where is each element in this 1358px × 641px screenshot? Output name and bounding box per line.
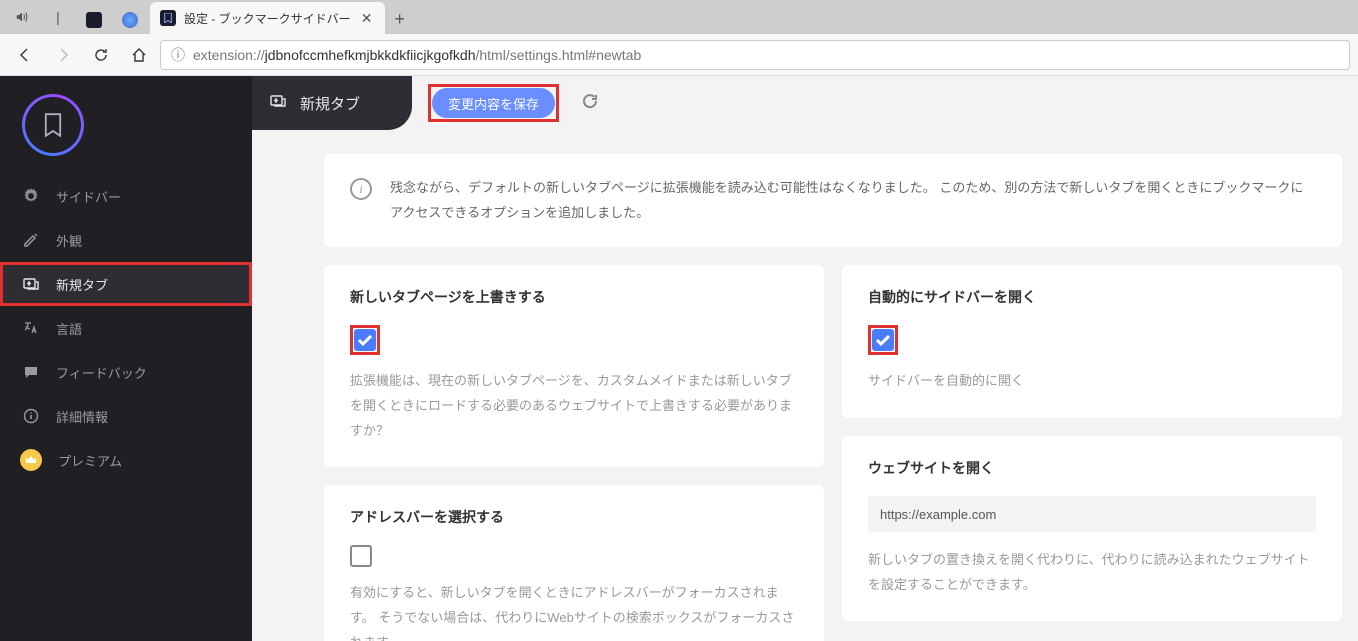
app-sidebar: サイドバー 外観 新規タブ 言語 フィードバック 詳細情報 プレミアム xyxy=(0,76,252,641)
nav-label: フィードバック xyxy=(56,363,147,382)
address-bar[interactable]: ⓘ extension://jdbnofccmhefkmjbkkdkfiicjk… xyxy=(160,40,1350,70)
refresh-button[interactable] xyxy=(84,38,118,72)
nav-label: 外観 xyxy=(56,231,82,250)
card-desc: 拡張機能は、現在の新しいタブページを、カスタムメイドまたは新しいタブを開くときに… xyxy=(350,369,798,443)
save-button[interactable]: 変更内容を保存 xyxy=(432,88,555,118)
reload-icon[interactable] xyxy=(581,92,599,115)
sidebar-item-info[interactable]: 詳細情報 xyxy=(0,394,252,438)
sidebar-item-newtab[interactable]: 新規タブ xyxy=(0,262,252,306)
site-info-icon[interactable]: ⓘ xyxy=(171,45,185,65)
card-desc: 新しいタブの置き換えを開く代わりに、代わりに読み込まれたウェブサイトを設定するこ… xyxy=(868,548,1316,597)
website-url-input[interactable] xyxy=(868,496,1316,532)
sidebar-item-sidebar[interactable]: サイドバー xyxy=(0,174,252,218)
translate-icon xyxy=(22,319,40,337)
home-button[interactable] xyxy=(122,38,156,72)
nav-label: サイドバー xyxy=(56,187,121,206)
crown-icon xyxy=(20,449,42,471)
card-title: 新しいタブページを上書きする xyxy=(350,287,798,307)
sidebar-item-premium[interactable]: プレミアム xyxy=(0,438,252,482)
info-text: 残念ながら、デフォルトの新しいタブページに拡張機能を読み込む可能性はなくなりまし… xyxy=(390,176,1316,225)
sound-icon[interactable] xyxy=(4,0,40,34)
newtab-icon xyxy=(22,275,40,293)
tab-close-button[interactable]: ✕ xyxy=(359,10,375,26)
app-logo[interactable] xyxy=(22,94,84,156)
card-open-website: ウェブサイトを開く 新しいタブの置き換えを開く代わりに、代わりに読み込まれたウェ… xyxy=(842,436,1342,621)
auto-open-checkbox[interactable] xyxy=(872,329,894,351)
active-tab[interactable]: 設定 - ブックマークサイドバー ✕ xyxy=(150,2,385,34)
info-banner: i 残念ながら、デフォルトの新しいタブページに拡張機能を読み込む可能性はなくなり… xyxy=(324,154,1342,247)
card-desc: 有効にすると、新しいタブを開くときにアドレスバーがフォーカスされます。 そうでな… xyxy=(350,581,798,641)
pinned-tab-2[interactable] xyxy=(112,6,148,34)
override-checkbox[interactable] xyxy=(354,329,376,351)
sidebar-item-language[interactable]: 言語 xyxy=(0,306,252,350)
card-override-newtab: 新しいタブページを上書きする 拡張機能は、現在の新しいタブページを、カスタムメイ… xyxy=(324,265,824,467)
nav-label: プレミアム xyxy=(58,451,122,470)
card-title: アドレスバーを選択する xyxy=(350,507,798,527)
nav-label: 言語 xyxy=(56,319,82,338)
url-text: extension://jdbnofccmhefkmjbkkdkfiicjkgo… xyxy=(193,47,641,63)
pinned-tab-1[interactable] xyxy=(76,6,112,34)
info-icon: i xyxy=(350,178,372,200)
gear-icon xyxy=(22,187,40,205)
tab-title: 設定 - ブックマークサイドバー xyxy=(184,10,351,27)
nav-label: 新規タブ xyxy=(56,275,108,294)
forward-button[interactable] xyxy=(46,38,80,72)
sidebar-item-appearance[interactable]: 外観 xyxy=(0,218,252,262)
card-title: 自動的にサイドバーを開く xyxy=(868,287,1316,307)
info-icon xyxy=(22,407,40,425)
brush-icon xyxy=(22,231,40,249)
tab-favicon xyxy=(160,10,176,26)
chat-icon xyxy=(22,363,40,381)
divider-icon: | xyxy=(40,0,76,34)
sidebar-item-feedback[interactable]: フィードバック xyxy=(0,350,252,394)
focus-address-checkbox[interactable] xyxy=(350,545,372,567)
card-desc: サイドバーを自動的に開く xyxy=(868,369,1316,394)
card-auto-open: 自動的にサイドバーを開く サイドバーを自動的に開く xyxy=(842,265,1342,418)
page-header: 新規タブ xyxy=(252,76,412,130)
newtab-icon xyxy=(270,93,286,113)
back-button[interactable] xyxy=(8,38,42,72)
card-focus-addressbar: アドレスバーを選択する 有効にすると、新しいタブを開くときにアドレスバーがフォー… xyxy=(324,485,824,641)
card-title: ウェブサイトを開く xyxy=(868,458,1316,478)
nav-label: 詳細情報 xyxy=(56,407,108,426)
new-tab-button[interactable]: + xyxy=(385,4,415,34)
page-title: 新規タブ xyxy=(300,93,360,114)
